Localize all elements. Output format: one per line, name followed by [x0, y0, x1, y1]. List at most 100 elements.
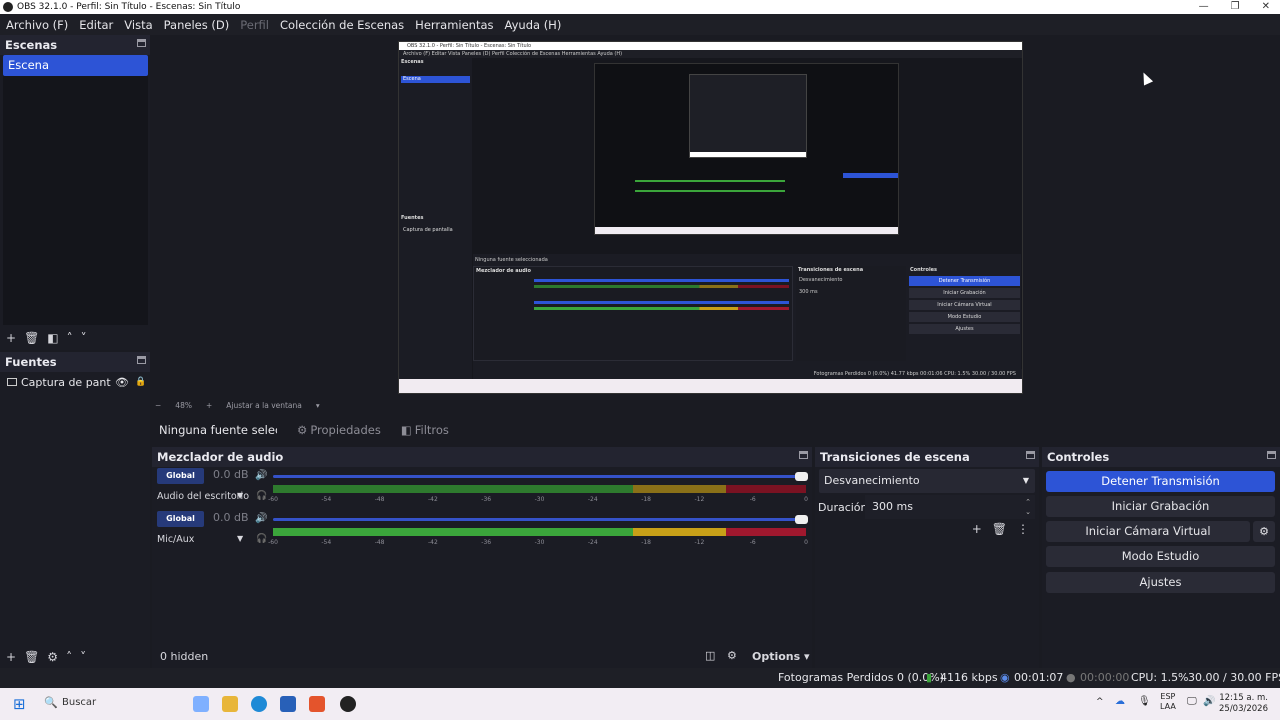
global-button[interactable]: Global: [157, 468, 204, 484]
stop-stream-button[interactable]: Detener Transmisión: [1046, 471, 1275, 492]
more-icon[interactable]: ⋮: [1017, 522, 1029, 536]
move-up-icon[interactable]: ˄: [66, 650, 72, 664]
taskbar-search[interactable]: Buscar: [62, 697, 96, 708]
duration-stepper[interactable]: 300 ms ⌃ ⌄: [865, 495, 1035, 519]
obs-taskbar-icon[interactable]: [340, 696, 356, 712]
gear-icon[interactable]: ⚙: [727, 649, 737, 662]
menu-item[interactable]: Paneles (D): [164, 18, 230, 32]
dock-float-icon[interactable]: [137, 39, 146, 47]
move-up-icon[interactable]: ˄: [67, 331, 73, 345]
preview-canvas[interactable]: OBS 32.1.0 - Perfil: Sin Título - Escena…: [398, 41, 1023, 394]
transition-select[interactable]: Desvanecimiento ▼: [819, 469, 1035, 493]
delete-icon[interactable]: 🗑: [992, 522, 1007, 536]
chevron-down-icon[interactable]: ▾: [316, 401, 320, 410]
fit-label[interactable]: Ajustar a la ventana: [226, 401, 302, 410]
transitions-dock: Transiciones de escena Desvanecimiento ▼…: [815, 447, 1039, 668]
slider-knob[interactable]: [795, 515, 808, 524]
record-icon: ●: [1066, 671, 1076, 684]
virtual-camera-button[interactable]: Iniciar Cámara Virtual: [1046, 521, 1250, 542]
dock-float-icon[interactable]: [1267, 451, 1276, 459]
chevron-down-icon[interactable]: ▼: [237, 491, 243, 500]
scale-tick: -36: [481, 496, 492, 503]
menu-item[interactable]: Vista: [124, 18, 152, 32]
source-item[interactable]: Captura de pantalla 👁 🔒: [0, 372, 150, 392]
zoom-out-icon[interactable]: −: [155, 401, 161, 410]
mini-menu: Archivo (F) Editar Vista Paneles (D) Per…: [399, 50, 1022, 58]
move-down-icon[interactable]: ˅: [81, 331, 87, 345]
windows-start-icon[interactable]: ⊞: [13, 695, 26, 713]
brave-icon[interactable]: [309, 696, 325, 712]
scene-list[interactable]: Escena: [3, 55, 148, 325]
search-icon[interactable]: 🔍: [44, 696, 58, 709]
delete-icon[interactable]: 🗑: [24, 331, 39, 345]
volume-slider[interactable]: [273, 472, 808, 481]
copilot-icon[interactable]: [193, 696, 209, 712]
bitrate: 4116 kbps: [940, 671, 998, 684]
speaker-icon[interactable]: 🔊: [255, 470, 267, 481]
menu-item[interactable]: Perfil: [240, 18, 269, 32]
mic-icon[interactable]: 🎙: [1138, 696, 1151, 707]
menu-item[interactable]: Editar: [79, 18, 113, 32]
virtual-camera-settings-button[interactable]: ⚙: [1253, 521, 1275, 542]
stream-icon: ◉: [1000, 671, 1010, 684]
chevron-down-icon[interactable]: ▼: [237, 534, 243, 543]
mini-meter: [534, 285, 789, 288]
zoom-in-icon[interactable]: +: [206, 401, 212, 410]
add-icon[interactable]: +: [972, 522, 982, 536]
network-icon[interactable]: 🖵: [1187, 696, 1197, 707]
mixer-channel: Global 0.0 dB 🔊 Audio del escritorio ▼ 🎧…: [152, 467, 812, 510]
dock-float-icon[interactable]: [137, 356, 146, 364]
maximize-button[interactable]: ❐: [1231, 0, 1240, 14]
language-indicator[interactable]: ESP LAA: [1160, 692, 1176, 712]
menu-item[interactable]: Ayuda (H): [505, 18, 562, 32]
meter-scale: -60 -54 -48 -42 -36 -30 -24 -18 -12 -6 0: [268, 496, 808, 504]
sources-title: Fuentes: [5, 355, 57, 369]
close-button[interactable]: ✕: [1262, 0, 1270, 14]
dropped-frames: Fotogramas Perdidos 0 (0.0%): [778, 671, 944, 684]
mini-controls: Controles Detener Transmisión Iniciar Gr…: [908, 266, 1021, 361]
menu-item[interactable]: Colección de Escenas: [280, 18, 404, 32]
options-button[interactable]: Options ▾: [752, 650, 810, 663]
mini-canvas: [594, 63, 899, 235]
edge-icon[interactable]: [251, 696, 267, 712]
menu-item[interactable]: Archivo (F): [6, 18, 68, 32]
mixer-channel: Global 0.0 dB 🔊 Mic/Aux ▼ 🎧 -60 -54 -48 -42…: [152, 510, 812, 553]
volume-slider[interactable]: [273, 515, 808, 524]
chevron-down-icon: ▼: [1022, 476, 1029, 485]
settings-button[interactable]: Ajustes: [1046, 572, 1275, 593]
taskbar-clock[interactable]: 12:15 a. m. 25/03/2026: [1219, 693, 1268, 715]
tray-chevron-icon[interactable]: ^: [1096, 697, 1104, 707]
file-explorer-icon[interactable]: [222, 696, 238, 712]
gear-icon[interactable]: ⚙: [47, 650, 58, 664]
lock-icon[interactable]: 🔒: [135, 377, 146, 387]
filters-label: Filtros: [414, 423, 449, 437]
eye-icon[interactable]: 👁: [115, 376, 129, 389]
filter-icon[interactable]: ◧: [47, 331, 58, 345]
add-icon[interactable]: +: [6, 331, 16, 345]
layout-icon[interactable]: ◫: [705, 649, 715, 662]
slider-knob[interactable]: [795, 472, 808, 481]
stepper-arrows-icon[interactable]: ⌃ ⌄: [1025, 497, 1031, 517]
headphones-icon[interactable]: 🎧: [256, 534, 267, 544]
store-icon[interactable]: [280, 696, 296, 712]
dock-float-icon[interactable]: [1026, 451, 1035, 459]
studio-mode-button[interactable]: Modo Estudio: [1046, 546, 1275, 567]
cloud-icon[interactable]: ☁: [1115, 696, 1125, 707]
transitions-dock-title: Transiciones de escena: [815, 447, 1039, 467]
volume-icon[interactable]: 🔊: [1203, 696, 1215, 707]
filters-button[interactable]: ◧ Filtros: [401, 423, 449, 437]
move-down-icon[interactable]: ˅: [80, 650, 86, 664]
start-recording-button[interactable]: Iniciar Grabación: [1046, 496, 1275, 517]
global-button[interactable]: Global: [157, 511, 204, 527]
speaker-icon[interactable]: 🔊: [255, 513, 267, 524]
headphones-icon[interactable]: 🎧: [256, 491, 267, 501]
language-code: ESP: [1160, 692, 1176, 701]
minimize-button[interactable]: —: [1199, 0, 1209, 14]
window-titlebar: OBS 32.1.0 - Perfil: Sin Título - Escena…: [0, 0, 1280, 14]
scene-item[interactable]: Escena: [3, 55, 148, 76]
delete-icon[interactable]: 🗑: [24, 650, 39, 664]
properties-button[interactable]: ⚙ Propiedades: [297, 423, 381, 437]
add-icon[interactable]: +: [6, 650, 16, 664]
menu-item[interactable]: Herramientas: [415, 18, 493, 32]
dock-float-icon[interactable]: [799, 451, 808, 459]
